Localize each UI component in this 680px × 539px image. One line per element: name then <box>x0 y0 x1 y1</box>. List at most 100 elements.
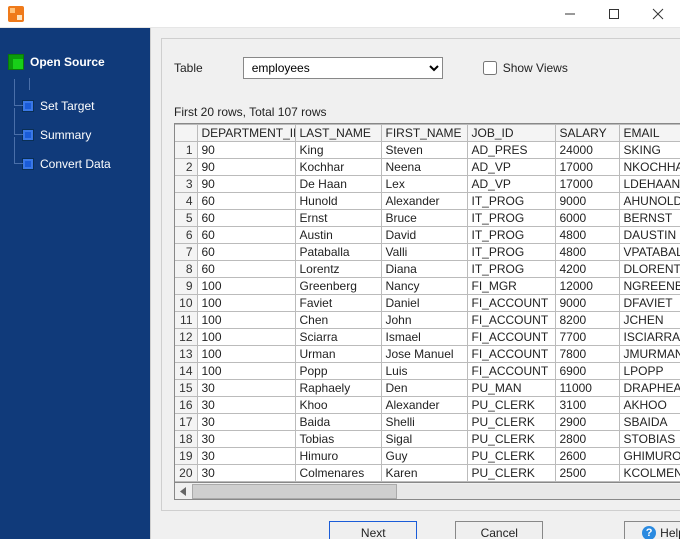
cell[interactable]: Alexander <box>381 193 467 210</box>
cell[interactable]: 60 <box>197 227 295 244</box>
scroll-track[interactable] <box>192 484 680 499</box>
cell[interactable]: Colmenares <box>295 465 381 482</box>
cell[interactable]: DAUSTIN <box>619 227 680 244</box>
cell[interactable]: 60 <box>197 261 295 278</box>
cell[interactable]: AD_PRES <box>467 142 555 159</box>
cell[interactable]: 11000 <box>555 380 619 397</box>
window-maximize-button[interactable] <box>592 0 636 28</box>
step-set-target[interactable]: Set Target <box>22 93 150 119</box>
table-row[interactable]: 14100PoppLuisFI_ACCOUNT6900LPOPP <box>175 363 680 380</box>
table-row[interactable]: 11100ChenJohnFI_ACCOUNT8200JCHEN <box>175 312 680 329</box>
cell[interactable]: 4200 <box>555 261 619 278</box>
cell[interactable]: 90 <box>197 159 295 176</box>
cell[interactable]: 90 <box>197 142 295 159</box>
cell[interactable]: Shelli <box>381 414 467 431</box>
cell[interactable]: PU_CLERK <box>467 465 555 482</box>
cell[interactable]: PU_CLERK <box>467 414 555 431</box>
cell[interactable]: NGREENBE <box>619 278 680 295</box>
cell[interactable]: SBAIDA <box>619 414 680 431</box>
cell[interactable]: Austin <box>295 227 381 244</box>
cell[interactable]: Alexander <box>381 397 467 414</box>
table-row[interactable]: 1530RaphaelyDenPU_MAN11000DRAPHEAL <box>175 380 680 397</box>
cell[interactable]: Karen <box>381 465 467 482</box>
cell[interactable]: De Haan <box>295 176 381 193</box>
cell[interactable]: LDEHAAN <box>619 176 680 193</box>
cell[interactable]: Popp <box>295 363 381 380</box>
window-close-button[interactable] <box>636 0 680 28</box>
cancel-button[interactable]: Cancel <box>455 521 543 539</box>
cell[interactable]: Faviet <box>295 295 381 312</box>
cell[interactable]: Khoo <box>295 397 381 414</box>
table-row[interactable]: 460HunoldAlexanderIT_PROG9000AHUNOLD <box>175 193 680 210</box>
cell[interactable]: Baida <box>295 414 381 431</box>
cell[interactable]: Diana <box>381 261 467 278</box>
col-email[interactable]: EMAIL <box>619 125 680 142</box>
cell[interactable]: 60 <box>197 193 295 210</box>
cell[interactable]: PU_CLERK <box>467 431 555 448</box>
cell[interactable]: 8200 <box>555 312 619 329</box>
cell[interactable]: 6900 <box>555 363 619 380</box>
cell[interactable]: John <box>381 312 467 329</box>
cell[interactable]: FI_ACCOUNT <box>467 363 555 380</box>
cell[interactable]: 100 <box>197 295 295 312</box>
cell[interactable]: Raphaely <box>295 380 381 397</box>
next-button[interactable]: Next <box>329 521 417 539</box>
cell[interactable]: 3100 <box>555 397 619 414</box>
cell[interactable]: 7800 <box>555 346 619 363</box>
table-row[interactable]: 560ErnstBruceIT_PROG6000BERNST <box>175 210 680 227</box>
cell[interactable]: 2500 <box>555 465 619 482</box>
cell[interactable]: 100 <box>197 278 295 295</box>
table-row[interactable]: 2030ColmenaresKarenPU_CLERK2500KCOLMENA <box>175 465 680 482</box>
cell[interactable]: 2900 <box>555 414 619 431</box>
cell[interactable]: 4800 <box>555 227 619 244</box>
cell[interactable]: PU_CLERK <box>467 397 555 414</box>
cell[interactable]: 100 <box>197 329 295 346</box>
cell[interactable]: Lorentz <box>295 261 381 278</box>
cell[interactable]: BERNST <box>619 210 680 227</box>
col-salary[interactable]: SALARY <box>555 125 619 142</box>
cell[interactable]: Neena <box>381 159 467 176</box>
cell[interactable]: Urman <box>295 346 381 363</box>
cell[interactable]: IT_PROG <box>467 244 555 261</box>
cell[interactable]: FI_ACCOUNT <box>467 295 555 312</box>
table-row[interactable]: 13100UrmanJose ManuelFI_ACCOUNT7800JMURM… <box>175 346 680 363</box>
cell[interactable]: AKHOO <box>619 397 680 414</box>
cell[interactable]: GHIMURO <box>619 448 680 465</box>
cell[interactable]: Nancy <box>381 278 467 295</box>
cell[interactable]: Luis <box>381 363 467 380</box>
scroll-left-icon[interactable] <box>175 484 192 499</box>
cell[interactable]: Greenberg <box>295 278 381 295</box>
cell[interactable]: King <box>295 142 381 159</box>
cell[interactable]: 100 <box>197 312 295 329</box>
cell[interactable]: Pataballa <box>295 244 381 261</box>
cell[interactable]: 60 <box>197 210 295 227</box>
cell[interactable]: 30 <box>197 380 295 397</box>
cell[interactable]: KCOLMENA <box>619 465 680 482</box>
cell[interactable]: 4800 <box>555 244 619 261</box>
cell[interactable]: Hunold <box>295 193 381 210</box>
cell[interactable]: Sciarra <box>295 329 381 346</box>
cell[interactable]: NKOCHHAR <box>619 159 680 176</box>
table-row[interactable]: 1730BaidaShelliPU_CLERK2900SBAIDA <box>175 414 680 431</box>
cell[interactable]: DRAPHEAL <box>619 380 680 397</box>
table-row[interactable]: 390De HaanLexAD_VP17000LDEHAAN <box>175 176 680 193</box>
cell[interactable]: PU_CLERK <box>467 448 555 465</box>
cell[interactable]: 30 <box>197 431 295 448</box>
step-open-source[interactable]: Open Source <box>8 49 150 75</box>
table-select[interactable]: employees <box>243 57 443 79</box>
table-row[interactable]: 10100FavietDanielFI_ACCOUNT9000DFAVIET <box>175 295 680 312</box>
cell[interactable]: David <box>381 227 467 244</box>
cell[interactable]: 24000 <box>555 142 619 159</box>
cell[interactable]: 12000 <box>555 278 619 295</box>
cell[interactable]: Steven <box>381 142 467 159</box>
cell[interactable]: 7700 <box>555 329 619 346</box>
cell[interactable]: JMURMAN <box>619 346 680 363</box>
scroll-thumb[interactable] <box>192 484 397 499</box>
cell[interactable]: FI_ACCOUNT <box>467 346 555 363</box>
cell[interactable]: Tobias <box>295 431 381 448</box>
table-row[interactable]: 290KochharNeenaAD_VP17000NKOCHHAR <box>175 159 680 176</box>
col-department-id[interactable]: DEPARTMENT_ID <box>197 125 295 142</box>
cell[interactable]: 9000 <box>555 193 619 210</box>
cell[interactable]: 60 <box>197 244 295 261</box>
cell[interactable]: 17000 <box>555 176 619 193</box>
